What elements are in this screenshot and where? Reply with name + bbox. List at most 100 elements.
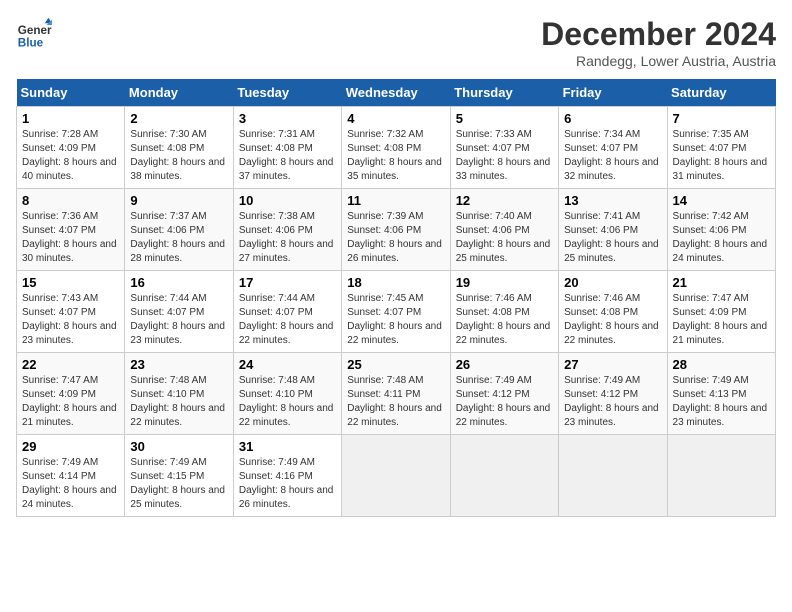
calendar-cell: 21 Sunrise: 7:47 AM Sunset: 4:09 PM Dayli… [667, 271, 775, 353]
day-detail: Sunrise: 7:44 AM Sunset: 4:07 PM Dayligh… [130, 292, 227, 348]
calendar-cell: 14 Sunrise: 7:42 AM Sunset: 4:06 PM Dayli… [667, 189, 775, 271]
calendar-cell: 3 Sunrise: 7:31 AM Sunset: 4:08 PM Daylig… [233, 107, 341, 189]
calendar-cell: 5 Sunrise: 7:33 AM Sunset: 4:07 PM Daylig… [450, 107, 558, 189]
day-number: 10 [239, 193, 336, 208]
calendar-cell: 2 Sunrise: 7:30 AM Sunset: 4:08 PM Daylig… [125, 107, 233, 189]
col-header-thursday: Thursday [450, 79, 558, 107]
day-number: 29 [22, 439, 119, 454]
day-number: 5 [456, 111, 553, 126]
day-number: 25 [347, 357, 444, 372]
calendar-cell: 7 Sunrise: 7:35 AM Sunset: 4:07 PM Daylig… [667, 107, 775, 189]
page-header: General Blue December 2024 Randegg, Lowe… [16, 16, 776, 69]
day-number: 13 [564, 193, 661, 208]
calendar-cell: 25 Sunrise: 7:48 AM Sunset: 4:11 PM Dayli… [342, 353, 450, 435]
day-number: 21 [673, 275, 770, 290]
day-number: 17 [239, 275, 336, 290]
day-number: 15 [22, 275, 119, 290]
col-header-friday: Friday [559, 79, 667, 107]
day-number: 1 [22, 111, 119, 126]
calendar-cell: 6Sunrise: 7:34 AM Sunset: 4:07 PM Daylig… [559, 107, 667, 189]
day-detail: Sunrise: 7:46 AM Sunset: 4:08 PM Dayligh… [564, 292, 661, 348]
day-number: 12 [456, 193, 553, 208]
calendar-cell: 31 Sunrise: 7:49 AM Sunset: 4:16 PM Dayli… [233, 435, 341, 517]
day-detail: Sunrise: 7:37 AM Sunset: 4:06 PM Dayligh… [130, 210, 227, 266]
calendar-cell: 27Sunrise: 7:49 AM Sunset: 4:12 PM Dayli… [559, 353, 667, 435]
calendar-table: SundayMondayTuesdayWednesdayThursdayFrid… [16, 79, 776, 517]
calendar-cell: 8 Sunrise: 7:36 AM Sunset: 4:07 PM Daylig… [17, 189, 125, 271]
calendar-cell: 20 Sunrise: 7:46 AM Sunset: 4:08 PM Dayli… [559, 271, 667, 353]
day-detail: Sunrise: 7:49 AM Sunset: 4:12 PM Dayligh… [456, 374, 553, 430]
day-number: 23 [130, 357, 227, 372]
svg-text:Blue: Blue [18, 37, 44, 50]
day-detail: Sunrise: 7:48 AM Sunset: 4:11 PM Dayligh… [347, 374, 444, 430]
day-detail: Sunrise: 7:49 AM Sunset: 4:16 PM Dayligh… [239, 456, 336, 512]
calendar-header-row: SundayMondayTuesdayWednesdayThursdayFrid… [17, 79, 776, 107]
day-detail: Sunrise: 7:33 AM Sunset: 4:07 PM Dayligh… [456, 128, 553, 184]
day-detail: Sunrise: 7:32 AM Sunset: 4:08 PM Dayligh… [347, 128, 444, 184]
calendar-cell: 11Sunrise: 7:39 AM Sunset: 4:06 PM Dayli… [342, 189, 450, 271]
day-detail: Sunrise: 7:30 AM Sunset: 4:08 PM Dayligh… [130, 128, 227, 184]
day-number: 18 [347, 275, 444, 290]
title-block: December 2024 Randegg, Lower Austria, Au… [541, 16, 776, 69]
calendar-cell [342, 435, 450, 517]
day-number: 14 [673, 193, 770, 208]
day-detail: Sunrise: 7:41 AM Sunset: 4:06 PM Dayligh… [564, 210, 661, 266]
col-header-monday: Monday [125, 79, 233, 107]
calendar-cell: 18 Sunrise: 7:45 AM Sunset: 4:07 PM Dayli… [342, 271, 450, 353]
calendar-cell: 19 Sunrise: 7:46 AM Sunset: 4:08 PM Dayli… [450, 271, 558, 353]
day-detail: Sunrise: 7:46 AM Sunset: 4:08 PM Dayligh… [456, 292, 553, 348]
day-detail: Sunrise: 7:48 AM Sunset: 4:10 PM Dayligh… [130, 374, 227, 430]
day-detail: Sunrise: 7:44 AM Sunset: 4:07 PM Dayligh… [239, 292, 336, 348]
location: Randegg, Lower Austria, Austria [541, 53, 776, 69]
calendar-cell [667, 435, 775, 517]
day-number: 28 [673, 357, 770, 372]
day-detail: Sunrise: 7:48 AM Sunset: 4:10 PM Dayligh… [239, 374, 336, 430]
day-number: 20 [564, 275, 661, 290]
calendar-week-4: 22 Sunrise: 7:47 AM Sunset: 4:09 PM Dayli… [17, 353, 776, 435]
day-detail: Sunrise: 7:49 AM Sunset: 4:14 PM Dayligh… [22, 456, 119, 512]
day-number: 4 [347, 111, 444, 126]
calendar-cell: 26 Sunrise: 7:49 AM Sunset: 4:12 PM Dayli… [450, 353, 558, 435]
day-detail: Sunrise: 7:45 AM Sunset: 4:07 PM Dayligh… [347, 292, 444, 348]
day-detail: Sunrise: 7:47 AM Sunset: 4:09 PM Dayligh… [673, 292, 770, 348]
calendar-cell [559, 435, 667, 517]
col-header-wednesday: Wednesday [342, 79, 450, 107]
col-header-tuesday: Tuesday [233, 79, 341, 107]
day-detail: Sunrise: 7:38 AM Sunset: 4:06 PM Dayligh… [239, 210, 336, 266]
calendar-cell: 9 Sunrise: 7:37 AM Sunset: 4:06 PM Daylig… [125, 189, 233, 271]
day-detail: Sunrise: 7:47 AM Sunset: 4:09 PM Dayligh… [22, 374, 119, 430]
calendar-cell: 13 Sunrise: 7:41 AM Sunset: 4:06 PM Dayli… [559, 189, 667, 271]
logo-icon: General Blue [16, 16, 52, 52]
day-number: 31 [239, 439, 336, 454]
calendar-cell: 28 Sunrise: 7:49 AM Sunset: 4:13 PM Dayli… [667, 353, 775, 435]
day-detail: Sunrise: 7:28 AM Sunset: 4:09 PM Dayligh… [22, 128, 119, 184]
day-number: 7 [673, 111, 770, 126]
day-number: 2 [130, 111, 227, 126]
svg-text:General: General [18, 24, 52, 37]
day-number: 3 [239, 111, 336, 126]
col-header-saturday: Saturday [667, 79, 775, 107]
day-number: 16 [130, 275, 227, 290]
day-detail: Sunrise: 7:49 AM Sunset: 4:13 PM Dayligh… [673, 374, 770, 430]
calendar-week-1: 1 Sunrise: 7:28 AM Sunset: 4:09 PM Daylig… [17, 107, 776, 189]
calendar-week-2: 8 Sunrise: 7:36 AM Sunset: 4:07 PM Daylig… [17, 189, 776, 271]
calendar-cell [450, 435, 558, 517]
calendar-cell: 1 Sunrise: 7:28 AM Sunset: 4:09 PM Daylig… [17, 107, 125, 189]
day-detail: Sunrise: 7:49 AM Sunset: 4:15 PM Dayligh… [130, 456, 227, 512]
day-number: 9 [130, 193, 227, 208]
day-number: 22 [22, 357, 119, 372]
day-number: 8 [22, 193, 119, 208]
calendar-cell: 10 Sunrise: 7:38 AM Sunset: 4:06 PM Dayli… [233, 189, 341, 271]
logo: General Blue [16, 16, 52, 52]
day-detail: Sunrise: 7:35 AM Sunset: 4:07 PM Dayligh… [673, 128, 770, 184]
calendar-cell: 23 Sunrise: 7:48 AM Sunset: 4:10 PM Dayli… [125, 353, 233, 435]
calendar-cell: 22 Sunrise: 7:47 AM Sunset: 4:09 PM Dayli… [17, 353, 125, 435]
day-number: 26 [456, 357, 553, 372]
day-detail: Sunrise: 7:36 AM Sunset: 4:07 PM Dayligh… [22, 210, 119, 266]
day-detail: Sunrise: 7:34 AM Sunset: 4:07 PM Dayligh… [564, 128, 661, 184]
calendar-cell: 15Sunrise: 7:43 AM Sunset: 4:07 PM Dayli… [17, 271, 125, 353]
day-number: 11 [347, 193, 444, 208]
day-number: 19 [456, 275, 553, 290]
day-detail: Sunrise: 7:31 AM Sunset: 4:08 PM Dayligh… [239, 128, 336, 184]
day-detail: Sunrise: 7:42 AM Sunset: 4:06 PM Dayligh… [673, 210, 770, 266]
